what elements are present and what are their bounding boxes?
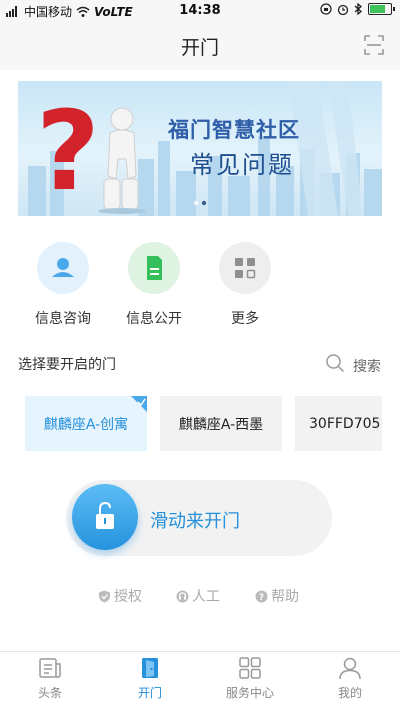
quick-action-label: 信息公开 — [126, 311, 182, 327]
check-icon — [131, 396, 147, 412]
profile-icon — [339, 657, 361, 680]
tab-label: 开门 — [137, 686, 162, 700]
status-bar: 中国移动 VoLTE 14:38 — [0, 0, 400, 22]
document-icon — [128, 242, 180, 294]
scan-icon[interactable] — [364, 35, 384, 55]
search-icon[interactable] — [325, 353, 345, 373]
door-option[interactable]: 30FFD705 — [295, 396, 382, 451]
quick-action-label: 更多 — [231, 311, 259, 327]
unlock-icon — [96, 501, 114, 529]
svg-text:?: ? — [259, 593, 264, 603]
quick-action-more[interactable]: 更多 — [200, 242, 290, 328]
help-link[interactable]: ? 帮助 — [255, 586, 299, 606]
banner-subtitle: 常见问题 — [190, 151, 294, 179]
quick-action-consult[interactable]: 信息咨询 — [18, 242, 108, 328]
status-right — [320, 3, 395, 15]
banner-carousel[interactable]: ? 福门智慧社区 常见问题 — [18, 81, 382, 216]
bluetooth-icon — [354, 3, 362, 15]
tab-label: 我的 — [337, 686, 362, 700]
authorize-link[interactable]: 授权 — [98, 586, 142, 606]
search-button[interactable]: 搜索 — [353, 356, 381, 376]
tab-profile[interactable]: 我的 — [300, 655, 400, 701]
tab-label: 服务中心 — [225, 686, 274, 700]
authorize-label: 授权 — [114, 589, 142, 605]
shield-icon — [99, 590, 110, 602]
person-icon — [37, 242, 89, 294]
grid-icon — [219, 242, 271, 294]
carousel-indicator — [193, 200, 207, 206]
slide-to-open-label: 滑动来开门 — [150, 511, 240, 532]
manual-service-link[interactable]: 人工 — [176, 586, 220, 606]
tab-headlines[interactable]: 头条 — [0, 655, 100, 701]
quick-action-label: 信息咨询 — [35, 311, 91, 327]
page-title: 开门 — [180, 37, 219, 59]
door-option-selected[interactable]: 麒麟座A-创寓 — [25, 396, 147, 451]
slide-to-open-knob[interactable] — [72, 484, 138, 550]
svg-text:?: ? — [36, 87, 100, 215]
banner-title: 福门智慧社区 — [168, 118, 300, 142]
manual-service-label: 人工 — [192, 589, 220, 605]
lock-rotation-icon — [320, 3, 332, 15]
tab-label: 头条 — [37, 686, 62, 700]
door-option[interactable]: 麒麟座A-西墨 — [160, 396, 282, 451]
tab-service-center[interactable]: 服务中心 — [200, 655, 300, 701]
headset-icon — [176, 590, 189, 602]
header: 开门 — [0, 22, 400, 70]
quick-action-public-info[interactable]: 信息公开 — [109, 242, 199, 328]
tab-open-door[interactable]: 开门 — [100, 655, 200, 701]
door-section-title: 选择要开启的门 — [18, 357, 116, 373]
grid-icon — [239, 657, 261, 679]
help-label: 帮助 — [271, 589, 299, 605]
alarm-icon — [337, 4, 349, 15]
help-icon: ? — [255, 590, 268, 603]
news-icon — [39, 658, 61, 678]
battery-icon — [368, 3, 395, 15]
door-icon — [142, 658, 158, 678]
